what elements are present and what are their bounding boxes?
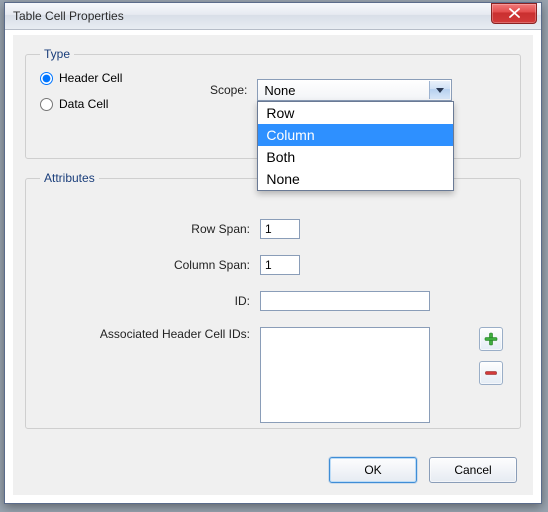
minus-icon bbox=[484, 366, 498, 380]
radio-header-cell-input[interactable] bbox=[40, 72, 53, 85]
chevron-down-icon bbox=[429, 81, 450, 99]
column-span-label: Column Span: bbox=[40, 258, 260, 272]
scope-value: None bbox=[264, 83, 295, 98]
radio-header-cell[interactable]: Header Cell bbox=[40, 71, 200, 85]
scope-option-none[interactable]: None bbox=[258, 168, 453, 190]
scope-option-row[interactable]: Row bbox=[258, 102, 453, 124]
row-span-label: Row Span: bbox=[40, 222, 260, 236]
add-header-id-button[interactable] bbox=[479, 327, 503, 351]
type-legend: Type bbox=[40, 47, 74, 61]
attributes-group: Attributes Row Span: Column Span: ID: As… bbox=[25, 171, 521, 429]
scope-label: Scope: bbox=[210, 83, 247, 97]
ok-button[interactable]: OK bbox=[329, 457, 417, 483]
radio-header-cell-label: Header Cell bbox=[59, 71, 122, 85]
row-span-input[interactable] bbox=[260, 219, 300, 239]
close-button[interactable] bbox=[491, 3, 537, 24]
radio-data-cell[interactable]: Data Cell bbox=[40, 97, 200, 111]
dialog-buttons: OK Cancel bbox=[329, 457, 517, 483]
type-group: Type Header Cell Data Cell Scope: None bbox=[25, 47, 521, 159]
attributes-legend: Attributes bbox=[40, 171, 99, 185]
scope-option-both[interactable]: Both bbox=[258, 146, 453, 168]
radio-data-cell-label: Data Cell bbox=[59, 97, 108, 111]
id-input[interactable] bbox=[260, 291, 430, 311]
associated-header-ids-list[interactable] bbox=[260, 327, 430, 423]
scope-option-column[interactable]: Column bbox=[258, 124, 453, 146]
titlebar: Table Cell Properties bbox=[5, 3, 541, 30]
plus-icon bbox=[484, 332, 498, 346]
radio-data-cell-input[interactable] bbox=[40, 98, 53, 111]
close-icon bbox=[509, 8, 520, 18]
dialog-window: Table Cell Properties Type Header Cell D… bbox=[4, 2, 542, 504]
remove-header-id-button[interactable] bbox=[479, 361, 503, 385]
cancel-button[interactable]: Cancel bbox=[429, 457, 517, 483]
window-title: Table Cell Properties bbox=[13, 9, 124, 23]
associated-header-ids-label: Associated Header Cell IDs: bbox=[40, 327, 260, 341]
column-span-input[interactable] bbox=[260, 255, 300, 275]
scope-combobox[interactable]: None Row Column Both None bbox=[257, 79, 452, 101]
id-label: ID: bbox=[40, 294, 260, 308]
scope-dropdown: Row Column Both None bbox=[257, 101, 454, 191]
client-area: Type Header Cell Data Cell Scope: None bbox=[13, 35, 533, 495]
